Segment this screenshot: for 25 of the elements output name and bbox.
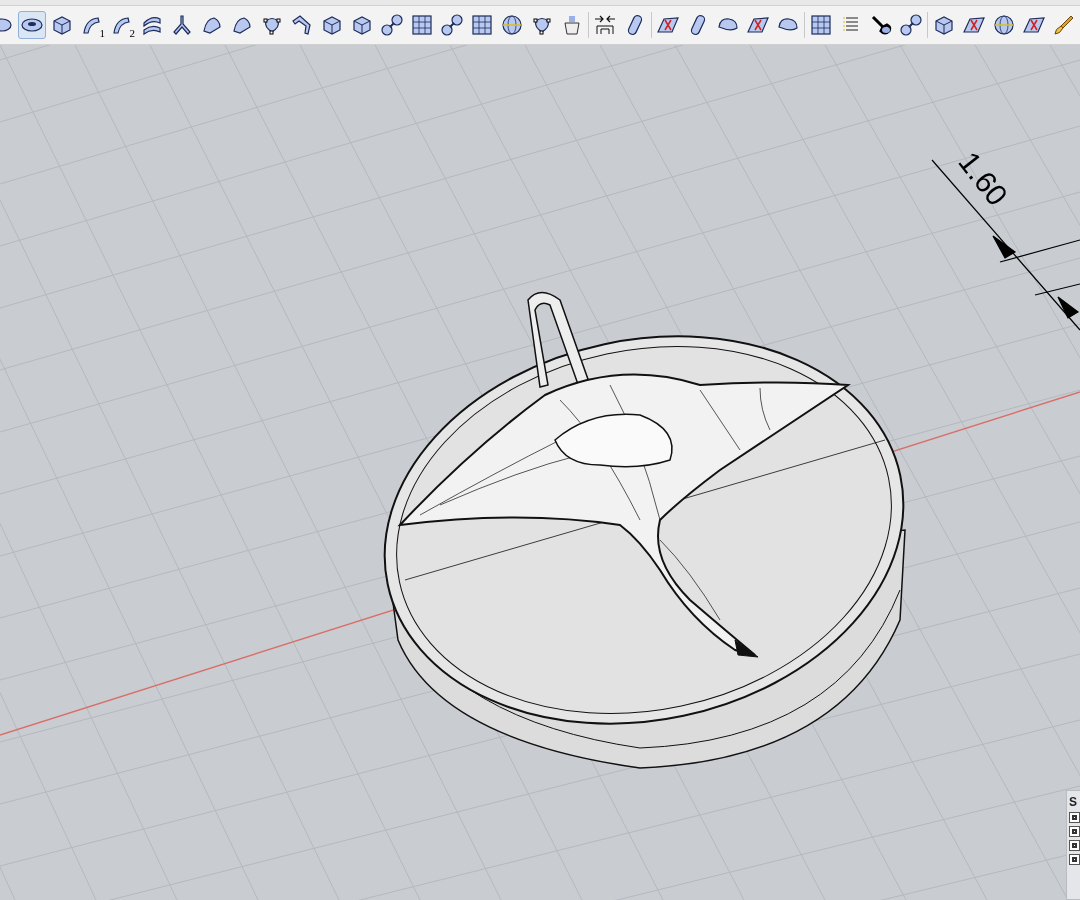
checkbox[interactable]: [1069, 840, 1080, 851]
linked-spheres-icon: [440, 13, 464, 37]
grid-icon: [809, 13, 833, 37]
toolbar-button[interactable]: [897, 11, 925, 39]
icon-number: 2: [129, 27, 135, 39]
toolbar-button[interactable]: 1: [78, 11, 106, 39]
globe-icon: [992, 13, 1016, 37]
toolbar-button[interactable]: [18, 11, 46, 39]
panel-title: S: [1069, 795, 1078, 809]
checkbox[interactable]: [1069, 826, 1080, 837]
globe-icon: [500, 13, 524, 37]
brush-icon: [1052, 13, 1076, 37]
checkbox[interactable]: [1069, 854, 1080, 865]
folded-strip-icon: [290, 13, 314, 37]
grid-icon: [470, 13, 494, 37]
grid-icon: [410, 13, 434, 37]
dimension-label: 1.60: [952, 145, 1015, 212]
toolbar-button[interactable]: 2: [108, 11, 136, 39]
arrows-icon: [593, 13, 617, 37]
checkbox[interactable]: [1069, 812, 1080, 823]
linked-spheres-icon: [380, 13, 404, 37]
toolbar-button[interactable]: [378, 11, 406, 39]
linked-spheres-icon: [899, 13, 923, 37]
toolbar-button[interactable]: [438, 11, 466, 39]
icon-number: 1: [99, 27, 105, 39]
